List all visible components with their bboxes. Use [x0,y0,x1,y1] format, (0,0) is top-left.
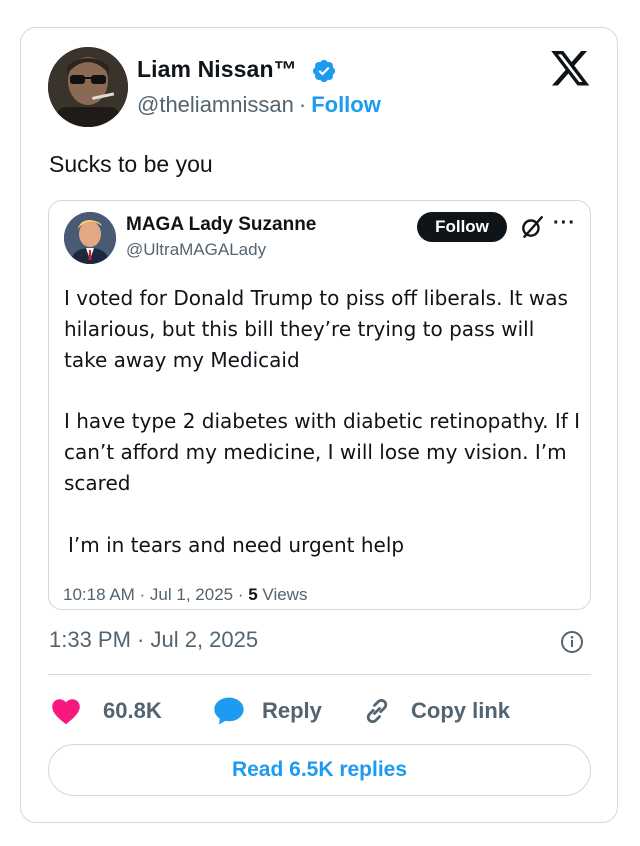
divider [48,674,591,675]
link-icon [366,698,388,724]
quoted-author-avatar[interactable] [64,212,116,264]
quoted-author-handle[interactable]: @UltraMAGALady [126,240,266,260]
tweet-text: Sucks to be you [49,151,213,177]
quoted-follow-button[interactable]: Follow [417,212,507,242]
separator-dot: · [298,92,307,117]
views-label: Views [257,585,308,604]
reply-button[interactable]: Reply [213,694,322,728]
like-count: 60.8K [103,698,162,723]
info-icon[interactable] [560,630,584,654]
author-avatar[interactable] [48,47,128,127]
author-handle-row: @theliamnissan · Follow [137,92,381,118]
quoted-author-name[interactable]: MAGA Lady Suzanne [126,214,316,236]
more-options-icon[interactable]: ··· [553,212,576,235]
quoted-meta: 10:18 AM · Jul 1, 2025 · 5 Views [63,585,307,605]
follow-link[interactable]: Follow [311,92,381,117]
heart-icon [52,699,80,725]
copy-link-button[interactable]: Copy link [362,694,510,728]
quoted-paragraph-2: I have type 2 diabetes with diabetic ret… [64,409,581,495]
quoted-paragraph-1: I voted for Donald Trump to piss off lib… [64,286,568,372]
author-name[interactable]: Liam Nissan™ [137,56,297,83]
quoted-paragraph-3: I’m in tears and need urgent help [68,533,405,557]
views-count: 5 [248,585,258,604]
verified-badge-icon [312,59,336,83]
author-handle[interactable]: @theliamnissan [137,92,294,117]
tweet-timestamp[interactable]: 1:33 PM · Jul 2, 2025 [49,627,258,653]
x-logo-icon[interactable] [551,51,591,87]
read-replies-button[interactable]: Read 6.5K replies [48,744,591,796]
copy-link-label: Copy link [411,698,511,723]
grok-icon[interactable] [519,214,545,240]
quoted-timestamp: 10:18 AM · Jul 1, 2025 · [63,585,249,604]
reply-label: Reply [262,698,322,723]
like-button[interactable]: 60.8K [51,694,162,728]
reply-bubble-icon [214,697,244,725]
